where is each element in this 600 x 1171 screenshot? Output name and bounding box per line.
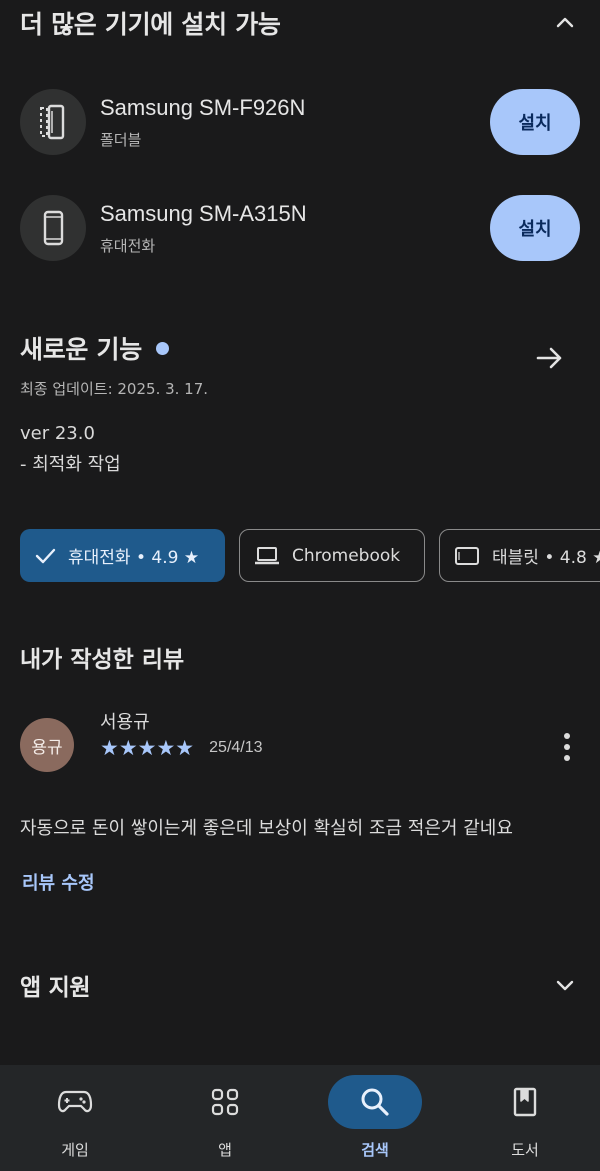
review-text: 자동으로 돈이 쌓이는게 좋은데 보상이 확실히 조금 적은거 같네요 (20, 818, 513, 839)
chevron-down-icon[interactable] (550, 970, 580, 1000)
nav-label: 도서 (511, 1141, 539, 1159)
chip-label: 태블릿 • 4.8 ★ (492, 548, 600, 568)
gamepad-icon (28, 1075, 122, 1129)
device-type: 휴대전화 (100, 236, 156, 255)
device-type: 폴더블 (100, 130, 142, 149)
device-name: Samsung SM-A315N (100, 200, 307, 226)
apps-grid-icon (178, 1075, 272, 1129)
chip-label: Chromebook (292, 545, 401, 566)
device-name: Samsung SM-F926N (100, 94, 306, 120)
nav-books[interactable]: 도서 (450, 1065, 600, 1171)
whats-new-header[interactable]: 새로운 기능 최종 업데이트: 2025. 3. 17. (20, 330, 580, 399)
chip-label: 휴대전화 • 4.9 ★ (68, 548, 200, 568)
tablet-icon (454, 545, 480, 567)
review-header: 용규 서용규 ★★★★★ 25/4/13 (20, 708, 580, 778)
device-filter-chips: 휴대전화 • 4.9 ★ Chromebook 태블릿 • 4.8 ★ (20, 529, 600, 582)
nav-apps[interactable]: 앱 (150, 1065, 300, 1171)
book-icon (478, 1075, 572, 1129)
nav-games[interactable]: 게임 (0, 1065, 150, 1171)
chip-phone[interactable]: 휴대전화 • 4.9 ★ (20, 529, 225, 582)
chevron-up-icon[interactable] (550, 8, 580, 38)
edit-review-link[interactable]: 리뷰 수정 (22, 869, 95, 895)
phone-icon (20, 195, 86, 261)
bottom-navigation: 게임 앱 검색 도서 (0, 1065, 600, 1171)
app-support-header[interactable]: 앱 지원 (20, 968, 580, 1002)
check-icon (34, 545, 56, 567)
device-row-phone: Samsung SM-A315N 휴대전화 설치 (20, 193, 580, 263)
install-button[interactable]: 설치 (490, 195, 580, 261)
whats-new-title: 새로운 기능 (20, 335, 142, 364)
release-note-line: - 최적화 작업 (20, 454, 121, 475)
avatar: 용규 (20, 718, 74, 772)
nav-label: 앱 (218, 1141, 232, 1159)
new-indicator-dot (155, 341, 169, 355)
release-notes: ver 23.0 - 최적화 작업 (20, 418, 121, 480)
more-devices-header[interactable]: 더 많은 기기에 설치 가능 (20, 5, 580, 41)
more-devices-title: 더 많은 기기에 설치 가능 (20, 10, 281, 39)
search-icon (328, 1075, 422, 1129)
star-rating: ★★★★★ (100, 736, 195, 760)
arrow-right-icon[interactable] (534, 342, 566, 378)
review-date: 25/4/13 (209, 739, 263, 756)
laptop-icon (254, 545, 280, 567)
device-row-foldable: Samsung SM-F926N 폴더블 설치 (20, 87, 580, 157)
reviewer-name: 서용규 (100, 712, 150, 733)
release-note-line: ver 23.0 (20, 423, 95, 444)
my-review-title: 내가 작성한 리뷰 (20, 647, 185, 673)
app-support-title: 앱 지원 (20, 975, 91, 1001)
chip-tablet[interactable]: 태블릿 • 4.8 ★ (439, 529, 600, 582)
last-updated: 최종 업데이트: 2025. 3. 17. (20, 380, 209, 398)
chip-chromebook[interactable]: Chromebook (239, 529, 425, 582)
foldable-icon (20, 89, 86, 155)
nav-label: 검색 (361, 1141, 389, 1159)
more-options-icon[interactable] (562, 732, 572, 766)
install-button[interactable]: 설치 (490, 89, 580, 155)
rating-row: ★★★★★ 25/4/13 (100, 736, 263, 760)
nav-search[interactable]: 검색 (300, 1065, 450, 1171)
nav-label: 게임 (61, 1141, 89, 1159)
